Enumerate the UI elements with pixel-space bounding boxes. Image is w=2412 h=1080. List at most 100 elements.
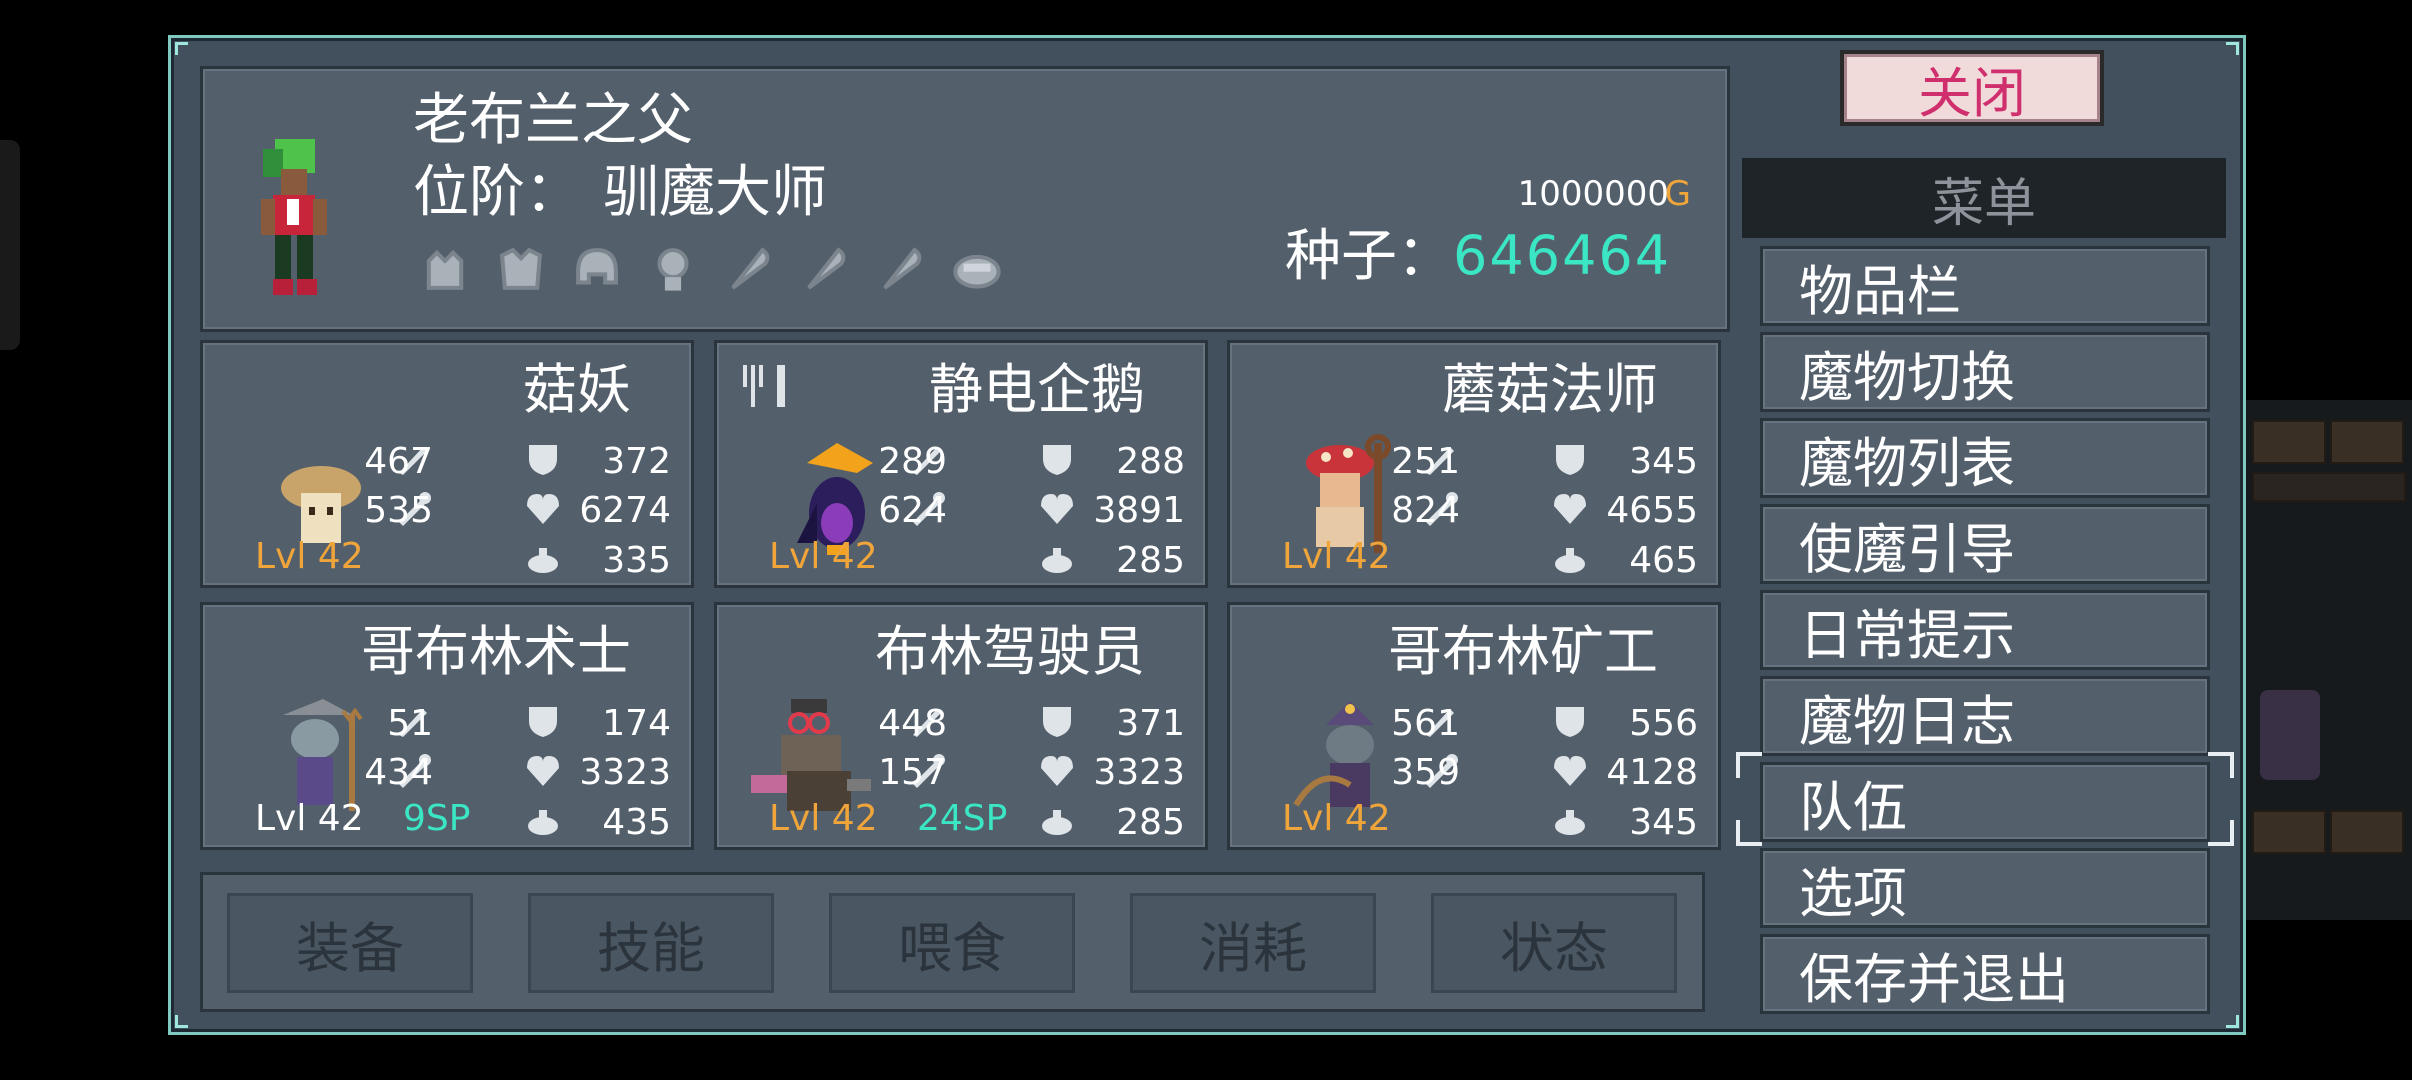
menu-item-save-exit[interactable]: 保存并退出 [1760,934,2210,1014]
side-handle [0,140,20,350]
health-value: 3891 [1093,490,1185,531]
level-label: Lvl 42 [255,536,364,577]
armor-icon[interactable] [489,237,553,301]
selection-corner [1736,820,1762,846]
magic-value: 434 [364,752,433,793]
helmet-icon[interactable] [565,237,629,301]
menu-item-daily-tips[interactable]: 日常提示 [1760,590,2210,670]
frame-corner [2226,1015,2239,1028]
feather-icon[interactable] [869,237,933,301]
monster-card-4[interactable]: 哥布林术士 51 174 434 3323 435 Lvl 42 9SP [200,602,694,850]
health-value: 6274 [579,490,671,531]
action-bar: 装备 技能 喂食 消耗 状态 [200,872,1705,1012]
shield-icon [529,707,557,737]
food-icon [1555,810,1585,835]
magic-value: 535 [364,490,433,531]
monster-card-3[interactable]: 蘑菇法师 251 345 824 4655 465 Lvl 42 [1227,340,1721,588]
menu-item-familiar-guide[interactable]: 使魔引导 [1760,504,2210,584]
level-label: Lvl 42 [769,536,878,577]
menu-item-inventory[interactable]: 物品栏 [1760,246,2210,326]
wall-brick [2252,420,2326,464]
level-label: Lvl 42 [1282,798,1391,839]
defense-value: 288 [1116,441,1185,482]
skill-points: 24SP [917,798,1008,839]
food-icon [1042,548,1072,573]
gold-amount: 1000000 [1517,174,1669,214]
close-button[interactable]: 关闭 [1840,50,2104,126]
menu-item-monster-list[interactable]: 魔物列表 [1760,418,2210,498]
wall-brick [2330,420,2404,464]
food-icon [1555,548,1585,573]
monster-card-5[interactable]: 布林驾驶员 448 371 157 3323 285 Lvl 42 24SP [714,602,1208,850]
player-name: 老布兰之父 [413,88,693,153]
selection-corner [1736,752,1762,778]
skills-button[interactable]: 技能 [528,893,774,993]
monster-card-2[interactable]: 静电企鹅 289 288 624 3891 285 Lvl 42 [714,340,1208,588]
game-world-background [2240,400,2412,920]
heart-icon [1554,756,1586,786]
shield-icon [1043,445,1071,475]
feather-icon[interactable] [793,237,857,301]
amulet-icon[interactable] [641,237,705,301]
magic-value: 624 [878,490,947,531]
menu-item-party[interactable]: 队伍 [1760,762,2210,842]
defense-value: 345 [1629,441,1698,482]
attack-value: 251 [1391,441,1460,482]
health-value: 4128 [1606,752,1698,793]
monster-name: 菇妖 [523,358,631,421]
shield-icon [1556,445,1584,475]
food-value: 465 [1629,540,1698,581]
gloves-icon[interactable] [413,237,477,301]
ring-icon[interactable] [945,237,1009,301]
consume-button[interactable]: 消耗 [1130,893,1376,993]
selection-corner [2208,820,2234,846]
rank-value: 驯魔大师 [603,160,827,225]
feather-icon[interactable] [717,237,781,301]
health-value: 3323 [1093,752,1185,793]
heart-icon [527,756,559,786]
food-icon [528,810,558,835]
monster-card-6[interactable]: 哥布林矿工 561 556 359 4128 345 Lvl 42 [1227,602,1721,850]
seed-label: 种子： [1285,224,1453,289]
frame-corner [175,1015,188,1028]
menu-item-options[interactable]: 选项 [1760,848,2210,928]
seed-value: 646464 [1453,224,1672,287]
defense-value: 372 [602,441,671,482]
frame-corner [2226,42,2239,55]
heart-icon [1041,494,1073,524]
level-label: Lvl 42 [769,798,878,839]
food-value: 345 [1629,802,1698,843]
food-icon [528,548,558,573]
equipment-slots [413,237,1009,301]
defense-value: 174 [602,703,671,744]
selection-corner [2208,752,2234,778]
monster-card-1[interactable]: 菇妖 467 372 535 6274 335 Lvl 42 [200,340,694,588]
attack-value: 51 [387,703,433,744]
heart-icon [527,494,559,524]
food-value: 435 [602,802,671,843]
gold-unit: G [1664,174,1691,214]
status-button[interactable]: 状态 [1431,893,1677,993]
attack-value: 448 [878,703,947,744]
wall-brick [2252,810,2326,854]
feed-button[interactable]: 喂食 [829,893,1075,993]
shield-icon [529,445,557,475]
magic-value: 359 [1391,752,1460,793]
food-value: 285 [1116,540,1185,581]
menu-item-monster-journal[interactable]: 魔物日志 [1760,676,2210,756]
magic-value: 157 [878,752,947,793]
wall-brick [2252,472,2406,502]
monster-name: 静电企鹅 [929,358,1145,421]
monster-name: 蘑菇法师 [1442,358,1658,421]
equip-button[interactable]: 装备 [227,893,473,993]
defense-value: 371 [1116,703,1185,744]
menu-item-monster-switch[interactable]: 魔物切换 [1760,332,2210,412]
player-card: 老布兰之父 位阶： 驯魔大师 1000000 G 种子： 646464 [200,66,1730,332]
shield-icon [1556,707,1584,737]
player-avatar [261,139,327,295]
defense-value: 556 [1629,703,1698,744]
health-value: 3323 [579,752,671,793]
wall-brick [2330,810,2404,854]
monster-name: 布林驾驶员 [875,620,1145,683]
frame-corner [175,42,188,55]
